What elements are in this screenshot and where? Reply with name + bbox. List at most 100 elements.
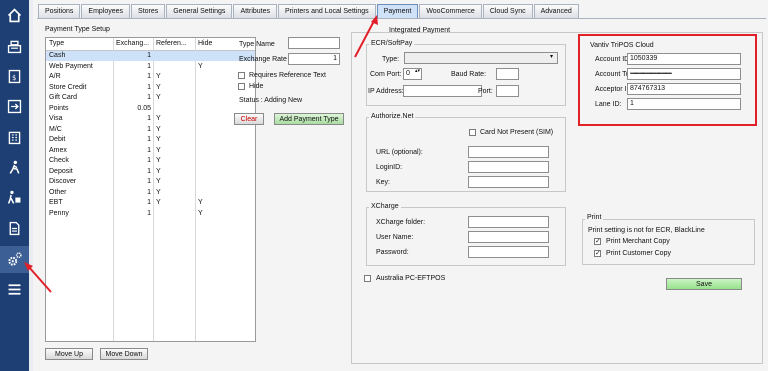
- col-type-header[interactable]: Type: [49, 40, 64, 47]
- sidebar-item-employees[interactable]: [0, 154, 29, 181]
- print-merchant-copy-label: Print Merchant Copy: [606, 238, 670, 245]
- table-row[interactable]: EBT 1 Y Y: [46, 198, 255, 208]
- grid-header: Type Exchang... Referen... Hide: [46, 38, 255, 51]
- cell-exchange: 1: [147, 167, 151, 175]
- print-customer-copy-checkbox[interactable]: [594, 249, 601, 257]
- cell-type: Points: [49, 104, 69, 112]
- sidebar-item-menu[interactable]: [0, 276, 29, 303]
- tab-employees[interactable]: Employees: [81, 4, 131, 18]
- xcharge-password-input[interactable]: [468, 246, 549, 258]
- move-down-button[interactable]: Move Down: [100, 348, 148, 360]
- exchange-rate-input[interactable]: 1: [288, 53, 340, 65]
- key-label: Key:: [376, 179, 391, 186]
- cell-reference: Y: [156, 125, 161, 133]
- tab-printers-local-settings[interactable]: Printers and Local Settings: [278, 4, 376, 18]
- table-row[interactable]: Store Credit 1 Y: [46, 83, 255, 93]
- tab-divider: [37, 18, 766, 19]
- cell-type: Visa: [49, 115, 63, 122]
- type-name-label: Type Name: [239, 41, 275, 48]
- table-row[interactable]: Deposit 1 Y: [46, 167, 255, 177]
- table-row[interactable]: Other 1 Y: [46, 188, 255, 198]
- spinner-icon[interactable]: ▴▾: [415, 69, 420, 74]
- cell-reference: Y: [156, 73, 161, 80]
- tab-cloud-sync[interactable]: Cloud Sync: [482, 4, 533, 18]
- tab-positions[interactable]: Positions: [38, 4, 81, 18]
- table-row[interactable]: Visa 1 Y: [46, 114, 255, 124]
- table-row[interactable]: Cash 1: [46, 51, 255, 61]
- table-row[interactable]: Amex 1 Y: [46, 146, 255, 156]
- tab-stores[interactable]: Stores: [131, 4, 166, 18]
- save-button[interactable]: Save: [666, 278, 742, 290]
- table-row[interactable]: Points 0.05: [46, 104, 255, 114]
- sidebar-item-reports[interactable]: [0, 215, 29, 242]
- australia-eftpos-checkbox[interactable]: [364, 275, 371, 282]
- xcharge-password-label: Password:: [376, 249, 409, 256]
- col-reference-header[interactable]: Referen...: [156, 40, 187, 47]
- ecr-type-select[interactable]: [404, 52, 558, 64]
- sidebar-item-home[interactable]: [0, 2, 29, 29]
- tab-payment[interactable]: Payment: [376, 4, 419, 18]
- cell-hide: Y: [198, 62, 203, 70]
- xcharge-username-input[interactable]: [468, 231, 549, 243]
- invoice-icon: $: [8, 69, 21, 84]
- home-icon: [7, 8, 22, 23]
- type-name-input[interactable]: [288, 37, 340, 49]
- xcharge-folder-input[interactable]: [468, 216, 549, 228]
- table-row[interactable]: Penny 1 Y: [46, 209, 255, 219]
- sidebar: $: [0, 0, 29, 371]
- table-row[interactable]: Gift Card 1 Y: [46, 93, 255, 103]
- account-id-input[interactable]: 1050339: [627, 53, 741, 65]
- col-hide-header[interactable]: Hide: [198, 40, 212, 47]
- person-walking-icon: [9, 160, 20, 174]
- port-input[interactable]: [496, 85, 519, 97]
- login-id-label: LoginID:: [376, 164, 403, 171]
- url-input[interactable]: [468, 146, 549, 158]
- account-token-input[interactable]: ••••••••••••••••••••••••••••••••••••: [627, 68, 741, 80]
- card-not-present-checkbox[interactable]: [469, 129, 476, 136]
- tab-advanced[interactable]: Advanced: [533, 4, 579, 18]
- sidebar-item-logout[interactable]: [0, 93, 29, 120]
- requires-reference-checkbox[interactable]: [238, 72, 245, 79]
- tab-general-settings[interactable]: General Settings: [166, 4, 233, 18]
- login-id-input[interactable]: [468, 161, 549, 173]
- cell-type: A/R: [49, 73, 61, 80]
- table-row[interactable]: M/C 1 Y: [46, 125, 255, 135]
- tab-woocommerce[interactable]: WooCommerce: [419, 4, 482, 18]
- cell-type: M/C: [49, 125, 62, 133]
- xcharge-username-label: User Name:: [376, 234, 414, 241]
- sidebar-item-register[interactable]: [0, 33, 29, 60]
- sidebar-item-delivery[interactable]: [0, 184, 29, 211]
- table-row[interactable]: A/R 1 Y: [46, 72, 255, 82]
- move-up-button[interactable]: Move Up: [45, 348, 93, 360]
- clear-button[interactable]: Clear: [234, 113, 264, 125]
- cell-hide: Y: [198, 199, 203, 206]
- tab-attributes[interactable]: Attributes: [233, 4, 278, 18]
- ip-address-input[interactable]: [403, 85, 482, 97]
- cell-type: Amex: [49, 146, 67, 154]
- cell-type: Discover: [49, 178, 77, 185]
- sidebar-item-stores[interactable]: [0, 124, 29, 151]
- table-row[interactable]: Check 1 Y: [46, 156, 255, 166]
- acceptor-id-input[interactable]: 874767313: [627, 83, 741, 95]
- print-merchant-copy-checkbox[interactable]: [594, 237, 601, 245]
- baud-rate-input[interactable]: [496, 68, 519, 80]
- sidebar-item-settings[interactable]: [0, 246, 29, 273]
- key-input[interactable]: [468, 176, 549, 188]
- svg-text:$: $: [12, 74, 16, 82]
- add-payment-type-button[interactable]: Add Payment Type: [274, 113, 344, 125]
- print-note: Print setting is not for ECR, BlackLine: [588, 227, 705, 234]
- lane-id-input[interactable]: 1: [627, 98, 741, 110]
- col-exchange-header[interactable]: Exchang...: [116, 40, 149, 47]
- xcharge-folder-label: XCharge folder:: [376, 219, 426, 226]
- ecr-type-label: Type:: [382, 56, 400, 63]
- cell-reference: Y: [156, 188, 161, 196]
- table-row[interactable]: Web Payment 1 Y: [46, 62, 255, 72]
- sidebar-item-invoice[interactable]: $: [0, 63, 29, 90]
- table-row[interactable]: Discover 1 Y: [46, 177, 255, 187]
- logout-icon: [7, 99, 22, 114]
- baud-rate-label: Baud Rate:: [451, 71, 487, 78]
- hide-checkbox[interactable]: [238, 83, 245, 90]
- com-port-input[interactable]: 0 ▴▾: [403, 68, 422, 80]
- table-row[interactable]: Debit 1 Y: [46, 135, 255, 145]
- account-id-label: Account ID:: [595, 56, 632, 63]
